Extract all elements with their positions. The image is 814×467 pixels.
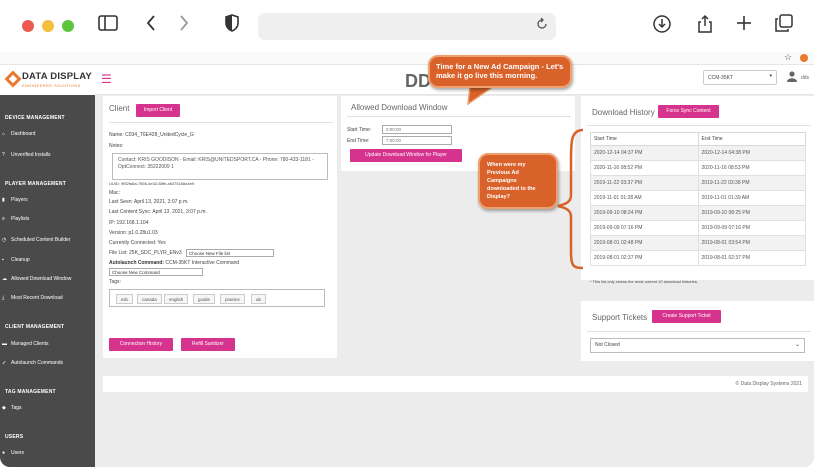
callout-new-ad-campaign: Time for a New Ad Campaign - Let's make … xyxy=(428,55,572,88)
brace-icon xyxy=(557,128,584,270)
annotation-overlay xyxy=(467,85,584,270)
callout-previous-campaigns: When were my Previous Ad Campaigns downl… xyxy=(478,153,558,209)
callout-pointer xyxy=(467,85,497,106)
browser-window: ☆ DATA DISPLAY ENGINEERED SOLUTIONS DEVI… xyxy=(0,0,814,467)
